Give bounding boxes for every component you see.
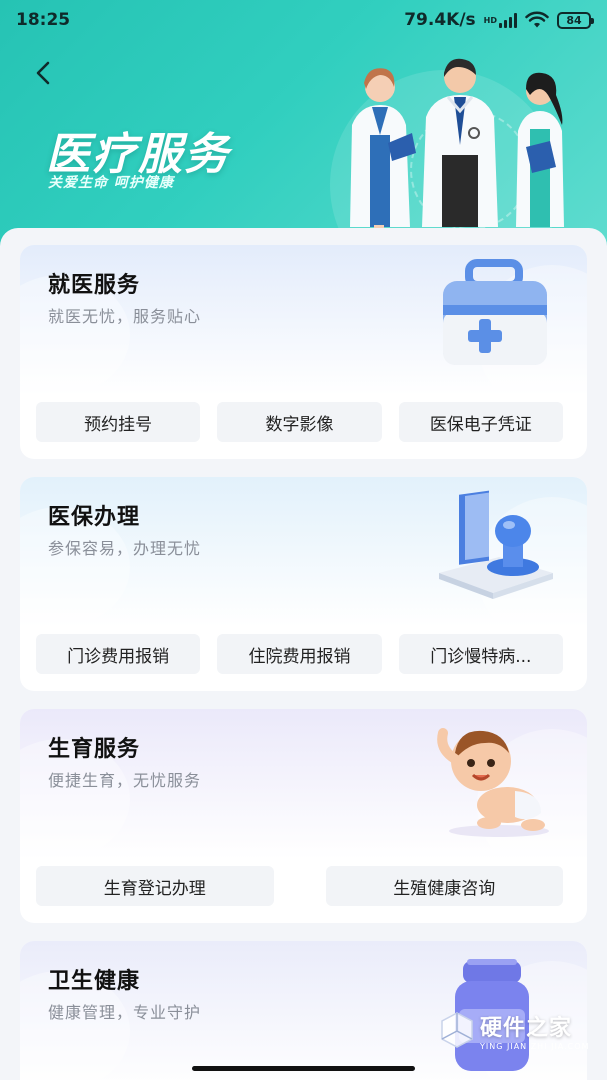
wifi-icon: [525, 11, 549, 28]
watermark-subtitle: YING JIAN ZHI JIA.COM: [480, 1041, 590, 1051]
battery-icon: 84: [557, 11, 594, 29]
medical-kit-icon: [443, 259, 547, 365]
section-title: 卫生健康: [48, 969, 141, 994]
status-time: 18:25: [16, 10, 71, 30]
page-header: 18:25 79.4K/s HD 84 医疗服务 关爱生命 呵护健康: [0, 0, 607, 250]
section-actions: 生育登记办理 生殖健康咨询: [36, 866, 563, 906]
section-title: 就医服务: [48, 273, 141, 298]
signal-icon: [499, 12, 517, 28]
status-bar: 18:25 79.4K/s HD 84: [0, 0, 607, 40]
network-speed: 79.4K/s: [404, 10, 476, 30]
section-title: 生育服务: [48, 737, 141, 762]
service-button[interactable]: 数字影像: [217, 402, 382, 442]
service-button[interactable]: 生殖健康咨询: [325, 866, 563, 906]
section-actions: 预约挂号 数字影像 医保电子凭证: [36, 402, 563, 442]
service-button[interactable]: 预约挂号: [36, 402, 201, 442]
section-subtitle: 便捷生育，无忧服务: [48, 771, 202, 790]
section-card-insurance[interactable]: 医保办理 参保容易，办理无忧 门诊费用报销 住院费用报销 门诊慢特病...: [20, 477, 587, 691]
service-button[interactable]: 门诊费用报销: [36, 634, 201, 674]
section-title: 医保办理: [48, 505, 141, 530]
chevron-left-icon: [36, 61, 50, 85]
cube-logo-icon: [441, 1012, 473, 1048]
section-card-maternity[interactable]: 生育服务 便捷生育，无忧服务 生育登记办理 生殖健康咨询: [20, 709, 587, 923]
doctors-illustration: [350, 58, 564, 233]
baby-icon: [437, 728, 549, 837]
stamp-icon: [439, 490, 553, 599]
home-indicator[interactable]: [192, 1066, 415, 1071]
service-button[interactable]: 医保电子凭证: [398, 402, 563, 442]
content-area: 就医服务 就医无忧，服务贴心 预约挂号 数字影像 医保电子凭证 医保办理 参保容…: [0, 228, 607, 1080]
battery-level: 84: [566, 13, 582, 27]
service-button[interactable]: 生育登记办理: [36, 866, 274, 906]
service-button[interactable]: 住院费用报销: [217, 634, 382, 674]
section-card-medical[interactable]: 就医服务 就医无忧，服务贴心 预约挂号 数字影像 医保电子凭证: [20, 245, 587, 459]
hd-badge: HD: [483, 16, 497, 25]
watermark-title: 硬件之家: [480, 1015, 573, 1041]
section-actions: 门诊费用报销 住院费用报销 门诊慢特病...: [36, 634, 563, 674]
back-button[interactable]: [26, 56, 60, 90]
section-subtitle: 就医无忧，服务贴心: [48, 307, 202, 326]
section-subtitle: 参保容易，办理无忧: [48, 539, 202, 558]
section-subtitle: 健康管理，专业守护: [48, 1003, 202, 1022]
service-button[interactable]: 门诊慢特病...: [398, 634, 563, 674]
page-subtitle: 关爱生命 呵护健康: [48, 175, 174, 191]
watermark: 硬件之家 YING JIAN ZHI JIA.COM: [440, 1005, 600, 1055]
